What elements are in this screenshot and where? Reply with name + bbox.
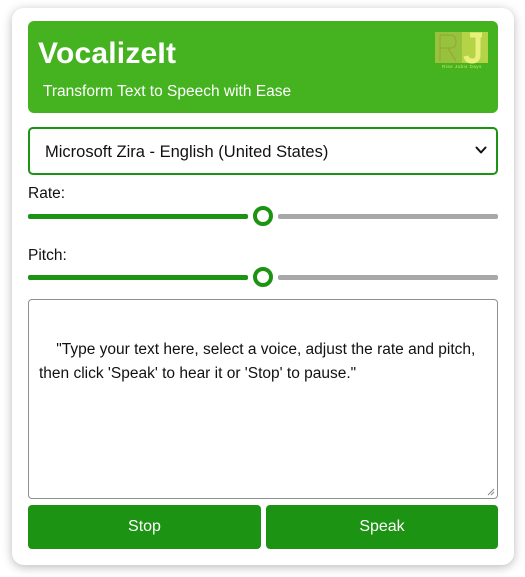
app-title: VocalizeIt	[38, 37, 177, 70]
text-input[interactable]: "Type your text here, select a voice, ad…	[28, 299, 498, 499]
app-subtitle: Transform Text to Speech with Ease	[43, 83, 292, 100]
pitch-slider[interactable]	[28, 266, 498, 288]
pitch-slider-thumb[interactable]	[253, 267, 273, 287]
rate-label: Rate:	[28, 185, 66, 202]
rate-slider-fill	[28, 214, 248, 219]
chevron-down-icon	[475, 146, 487, 154]
voice-select[interactable]: Microsoft Zira - English (United States)	[28, 127, 498, 175]
app-card: VocalizeIt Transform Text to Speech with…	[12, 8, 514, 565]
resize-grip-icon[interactable]	[485, 486, 495, 496]
rate-slider-track	[278, 214, 498, 219]
app-header: VocalizeIt Transform Text to Speech with…	[28, 21, 498, 113]
logo: Rise Jubis Days	[434, 31, 490, 71]
speak-button[interactable]: Speak	[266, 505, 498, 549]
stop-button[interactable]: Stop	[28, 505, 261, 549]
voice-select-value: Microsoft Zira - English (United States)	[45, 143, 329, 161]
rate-slider[interactable]	[28, 205, 498, 227]
text-input-value: "Type your text here, select a voice, ad…	[39, 341, 480, 382]
pitch-label: Pitch:	[28, 247, 67, 264]
logo-tagline: Rise Jubis Days	[442, 64, 482, 69]
pitch-slider-track	[278, 275, 498, 280]
rate-slider-thumb[interactable]	[253, 206, 273, 226]
pitch-slider-fill	[28, 275, 248, 280]
logo-icon	[435, 32, 488, 64]
